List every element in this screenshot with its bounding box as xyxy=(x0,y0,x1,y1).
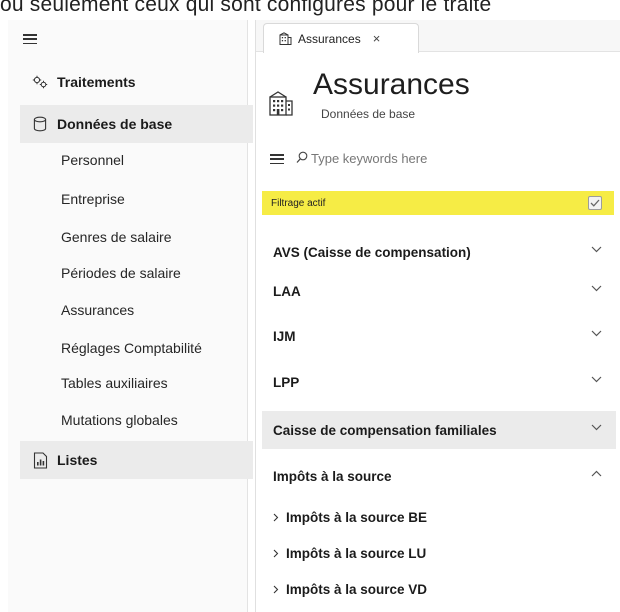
tab-label: Assurances xyxy=(298,31,361,46)
background-text-line: ou seulement ceux qui sont configurés po… xyxy=(0,0,492,16)
main-panel: Assurances × Assurances Données de base xyxy=(255,20,620,612)
section-lpp[interactable]: LPP xyxy=(262,363,616,401)
sidebar-section-listes[interactable]: Listes xyxy=(20,441,253,479)
chevron-down-icon xyxy=(591,424,602,431)
subsection-impots-lu[interactable]: Impôts à la source LU xyxy=(273,546,426,561)
chevron-right-icon xyxy=(273,549,279,558)
search-bar: Type keywords here xyxy=(256,146,620,172)
hamburger-icon[interactable] xyxy=(23,34,37,45)
list-menu-icon[interactable] xyxy=(270,154,284,165)
sidebar-section-label: Traitements xyxy=(57,74,136,90)
tab-assurances[interactable]: Assurances × xyxy=(263,23,419,53)
database-icon xyxy=(29,116,51,132)
subsection-label: Impôts à la source VD xyxy=(286,582,428,597)
building-icon xyxy=(268,90,294,121)
section-label: Caisse de compensation familiales xyxy=(273,422,497,438)
sidebar-item-periodes-de-salaire[interactable]: Périodes de salaire xyxy=(61,265,181,281)
section-laa[interactable]: LAA xyxy=(262,272,616,310)
search-icon xyxy=(296,151,308,169)
sidebar-section-donnees-de-base[interactable]: Données de base xyxy=(20,105,253,143)
filter-active-row[interactable]: Filtrage actif xyxy=(262,191,614,215)
sidebar-item-mutations-globales[interactable]: Mutations globales xyxy=(61,412,178,428)
chart-report-icon xyxy=(29,451,51,469)
filter-label: Filtrage actif xyxy=(271,197,326,209)
chevron-down-icon xyxy=(591,285,602,292)
sidebar-item-assurances[interactable]: Assurances xyxy=(61,302,134,318)
sidebar-section-traitements[interactable]: Traitements xyxy=(20,63,253,101)
section-avs[interactable]: AVS (Caisse de compensation) xyxy=(262,233,616,271)
subsection-label: Impôts à la source BE xyxy=(286,510,428,525)
section-label: AVS (Caisse de compensation) xyxy=(273,244,471,260)
section-label: IJM xyxy=(273,328,296,344)
close-icon[interactable]: × xyxy=(373,31,381,46)
search-input[interactable]: Type keywords here xyxy=(311,151,427,166)
building-icon xyxy=(279,32,292,45)
check-icon xyxy=(590,199,600,207)
page-title: Assurances xyxy=(313,68,470,101)
subsection-impots-vd[interactable]: Impôts à la source VD xyxy=(273,582,427,597)
tab-bar: Assurances × xyxy=(256,20,620,53)
chevron-down-icon xyxy=(591,376,602,383)
section-ijm[interactable]: IJM xyxy=(262,317,616,355)
background-document-text: ou seulement ceux qui sont configurés po… xyxy=(0,0,620,20)
sidebar-section-label: Données de base xyxy=(57,116,173,132)
chevron-right-icon xyxy=(273,513,279,522)
sidebar-item-entreprise[interactable]: Entreprise xyxy=(61,191,125,207)
section-label: LPP xyxy=(273,374,300,390)
gears-icon xyxy=(29,75,51,89)
chevron-up-icon xyxy=(591,470,602,477)
sidebar-item-personnel[interactable]: Personnel xyxy=(61,152,124,168)
sidebar-item-genres-de-salaire[interactable]: Genres de salaire xyxy=(61,229,172,245)
section-caisse-compensation-familiales[interactable]: Caisse de compensation familiales xyxy=(262,411,616,449)
chevron-right-icon xyxy=(273,585,279,594)
sidebar-item-reglages-comptabilite[interactable]: Réglages Comptabilité xyxy=(61,340,202,356)
page-subtitle: Données de base xyxy=(321,107,416,121)
chevron-down-icon xyxy=(591,246,602,253)
section-label: LAA xyxy=(273,283,301,299)
filter-checkbox[interactable] xyxy=(588,196,602,210)
chevron-down-icon xyxy=(591,330,602,337)
sidebar-item-tables-auxiliaires[interactable]: Tables auxiliaires xyxy=(61,375,168,391)
sidebar: Traitements Données de base Personnel En… xyxy=(8,20,253,612)
section-impots-a-la-source[interactable]: Impôts à la source xyxy=(262,457,616,495)
subsection-impots-be[interactable]: Impôts à la source BE xyxy=(273,510,427,525)
section-label: Impôts à la source xyxy=(273,468,392,484)
subsection-label: Impôts à la source LU xyxy=(286,546,427,561)
sidebar-section-label: Listes xyxy=(57,452,98,468)
